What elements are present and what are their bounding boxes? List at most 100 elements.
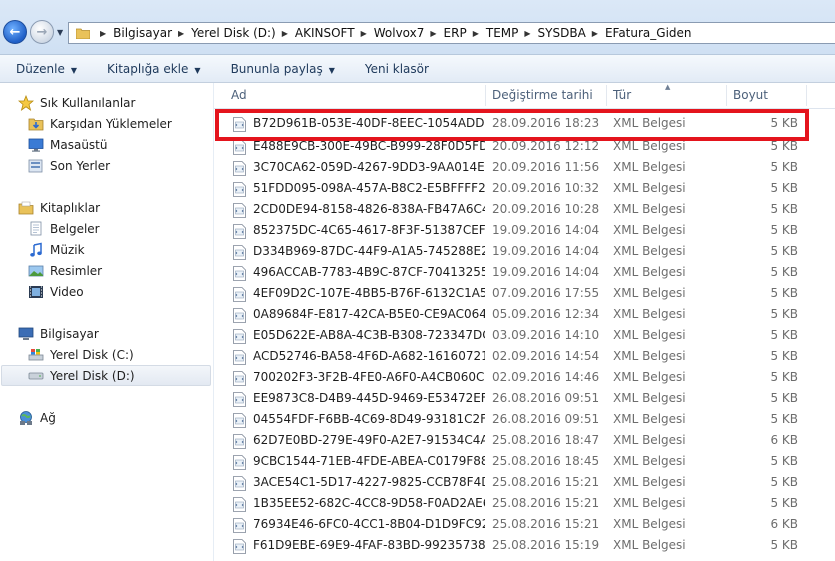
breadcrumb-bilgisayar[interactable]: Bilgisayar: [113, 26, 172, 40]
file-row[interactable]: E05D622E-AB8A-4C3B-B308-723347DCB4 03.09…: [230, 326, 813, 347]
file-name: 496ACCAB-7783-4B9C-87CF-704132550578: [253, 265, 485, 279]
nav-network[interactable]: Ağ: [18, 408, 56, 428]
file-row[interactable]: 2CD0DE94-8158-4826-838A-FB47A6C445 20.09…: [230, 200, 813, 221]
nav-item-pictures[interactable]: Resimler: [28, 261, 102, 281]
file-date: 25.08.2016 18:45: [492, 454, 600, 468]
nav-network-label: Ağ: [40, 411, 56, 425]
file-name: 2CD0DE94-8158-4826-838A-FB47A6C445: [253, 202, 485, 216]
file-row[interactable]: D334B969-87DC-44F9-A1A5-745288E26C19 19.…: [230, 242, 813, 263]
file-size: 6 KB: [770, 433, 798, 447]
navigation-pane: Sık Kullanılanlar Karşıdan Yüklemeler Ma…: [0, 83, 213, 561]
nav-item-documents[interactable]: Belgeler: [28, 219, 100, 239]
nav-libraries[interactable]: Kitaplıklar: [18, 198, 100, 218]
file-row[interactable]: 04554FDF-F6BB-4C69-8D49-93181C2F52A0 26.…: [230, 410, 813, 431]
breadcrumb-temp[interactable]: TEMP: [486, 26, 519, 40]
nav-item-video[interactable]: Video: [28, 282, 84, 302]
file-row[interactable]: 0A89684F-E817-42CA-B5E0-CE9AC064F987 05.…: [230, 305, 813, 326]
file-row[interactable]: 3C70CA62-059D-4267-9DD3-9AA014E528 20.09…: [230, 158, 813, 179]
column-divider[interactable]: [485, 85, 486, 106]
file-row[interactable]: 76934E46-6FC0-4CC1-8B04-D1D9FC92F645 25.…: [230, 515, 813, 536]
chevron-right-icon[interactable]: ▶: [430, 29, 436, 38]
breadcrumb-akinsoft[interactable]: AKINSOFT: [295, 26, 355, 40]
new-folder-button[interactable]: Yeni klasör: [365, 62, 429, 76]
file-date: 19.09.2016 14:04: [492, 244, 600, 258]
file-type: XML Belgesi: [613, 223, 686, 237]
file-type: XML Belgesi: [613, 286, 686, 300]
file-size: 5 KB: [770, 265, 798, 279]
nav-item-drive-c[interactable]: Yerel Disk (C:): [28, 345, 134, 365]
pane-splitter[interactable]: [213, 83, 214, 561]
file-row[interactable]: 496ACCAB-7783-4B9C-87CF-704132550578 19.…: [230, 263, 813, 284]
nav-item-label: Yerel Disk (D:): [50, 369, 135, 383]
file-row[interactable]: 9CBC1544-71EB-4FDE-ABEA-C0179F88F3 25.08…: [230, 452, 813, 473]
nav-favorites[interactable]: Sık Kullanılanlar: [18, 93, 135, 113]
chevron-right-icon[interactable]: ▶: [473, 29, 479, 38]
organize-button[interactable]: Düzenle ▼: [16, 62, 77, 76]
file-row[interactable]: ACD52746-BA58-4F6D-A682-16160721EF8B 02.…: [230, 347, 813, 368]
column-divider[interactable]: [726, 85, 727, 106]
file-date: 26.08.2016 09:51: [492, 412, 600, 426]
nav-item-desktop[interactable]: Masaüstü: [28, 135, 107, 155]
file-name: EE9873C8-D4B9-445D-9469-E53472EF69DB: [253, 391, 485, 405]
file-row[interactable]: 3ACE54C1-5D17-4227-9825-CCB78F4DE0 25.08…: [230, 473, 813, 494]
file-name: 3ACE54C1-5D17-4227-9825-CCB78F4DE0: [253, 475, 485, 489]
file-row[interactable]: F61D9EBE-69E9-4FAF-83BD-992357384145 25.…: [230, 536, 813, 557]
file-type: XML Belgesi: [613, 139, 686, 153]
column-type[interactable]: Tür: [613, 83, 631, 108]
file-name: 0A89684F-E817-42CA-B5E0-CE9AC064F987: [253, 307, 485, 321]
nav-computer[interactable]: Bilgisayar: [18, 324, 99, 344]
back-button[interactable]: ←: [3, 20, 27, 44]
file-name: 4EF09D2C-107E-4BB5-B76F-6132C1A567C4: [253, 286, 485, 300]
file-name: 51FDD095-098A-457A-B8C2-E5BFFFF281E3: [253, 181, 485, 195]
file-row[interactable]: 1B35EE52-682C-4CC8-9D58-F0AD2AE6C 25.08.…: [230, 494, 813, 515]
column-divider[interactable]: [606, 85, 607, 106]
file-row[interactable]: 62D7E0BD-279E-49F0-A2E7-91534C4AD1 25.08…: [230, 431, 813, 452]
file-row[interactable]: 51FDD095-098A-457A-B8C2-E5BFFFF281E3 20.…: [230, 179, 813, 200]
breadcrumb-wolvox7[interactable]: Wolvox7: [374, 26, 425, 40]
file-name: 04554FDF-F6BB-4C69-8D49-93181C2F52A0: [253, 412, 485, 426]
file-date: 25.08.2016 15:21: [492, 475, 600, 489]
documents-icon: [30, 221, 42, 236]
chevron-right-icon[interactable]: ▶: [361, 29, 367, 38]
file-row[interactable]: EE9873C8-D4B9-445D-9469-E53472EF69DB 26.…: [230, 389, 813, 410]
chevron-right-icon[interactable]: ▶: [592, 29, 598, 38]
file-size: 5 KB: [770, 412, 798, 426]
chevron-right-icon[interactable]: ▶: [282, 29, 288, 38]
xml-document-icon: [233, 182, 246, 197]
file-date: 19.09.2016 14:04: [492, 265, 600, 279]
file-row[interactable]: 4EF09D2C-107E-4BB5-B76F-6132C1A567C4 07.…: [230, 284, 813, 305]
nav-item-downloads[interactable]: Karşıdan Yüklemeler: [28, 114, 172, 134]
column-size[interactable]: Boyut: [733, 83, 768, 108]
xml-document-icon: [233, 413, 246, 428]
nav-item-music[interactable]: Müzik: [28, 240, 85, 260]
breadcrumb-sysdba[interactable]: SYSDBA: [538, 26, 586, 40]
file-type: XML Belgesi: [613, 370, 686, 384]
share-with-button[interactable]: Bununla paylaş ▼: [231, 62, 335, 76]
chevron-right-icon[interactable]: ▶: [524, 29, 530, 38]
nav-item-recent-places[interactable]: Son Yerler: [28, 156, 110, 176]
file-name: E488E9CB-300E-49BC-B999-28F0D5FDC6: [253, 139, 485, 153]
file-date: 20.09.2016 12:12: [492, 139, 600, 153]
address-box[interactable]: ▶ Bilgisayar ▶ Yerel Disk (D:) ▶ AKINSOF…: [68, 22, 835, 44]
recent-pages-dropdown[interactable]: ▼: [57, 28, 63, 37]
video-icon: [29, 286, 43, 298]
breadcrumb-drive-d[interactable]: Yerel Disk (D:): [191, 26, 276, 40]
forward-button[interactable]: →: [30, 20, 54, 44]
chevron-right-icon[interactable]: ▶: [178, 29, 184, 38]
file-row[interactable]: 700202F3-3F2B-4FE0-A6F0-A4CB060C2140 02.…: [230, 368, 813, 389]
breadcrumb-efatura-giden[interactable]: EFatura_Giden: [605, 26, 692, 40]
column-date[interactable]: Değiştirme tarihi: [492, 83, 593, 108]
file-size: 5 KB: [770, 223, 798, 237]
include-in-library-button[interactable]: Kitaplığa ekle ▼: [107, 62, 201, 76]
breadcrumb-erp[interactable]: ERP: [444, 26, 467, 40]
chevron-right-icon[interactable]: ▶: [100, 29, 106, 38]
nav-item-label: Video: [50, 285, 84, 299]
drive-icon: [28, 372, 44, 380]
column-divider[interactable]: [806, 85, 807, 106]
xml-document-icon: [233, 497, 246, 512]
file-size: 6 KB: [770, 517, 798, 531]
nav-item-label: Yerel Disk (C:): [50, 348, 134, 362]
file-row[interactable]: 852375DC-4C65-4617-8F3F-51387CEF1491 19.…: [230, 221, 813, 242]
column-name[interactable]: Ad: [231, 83, 247, 108]
nav-item-drive-d[interactable]: Yerel Disk (D:): [28, 366, 135, 386]
